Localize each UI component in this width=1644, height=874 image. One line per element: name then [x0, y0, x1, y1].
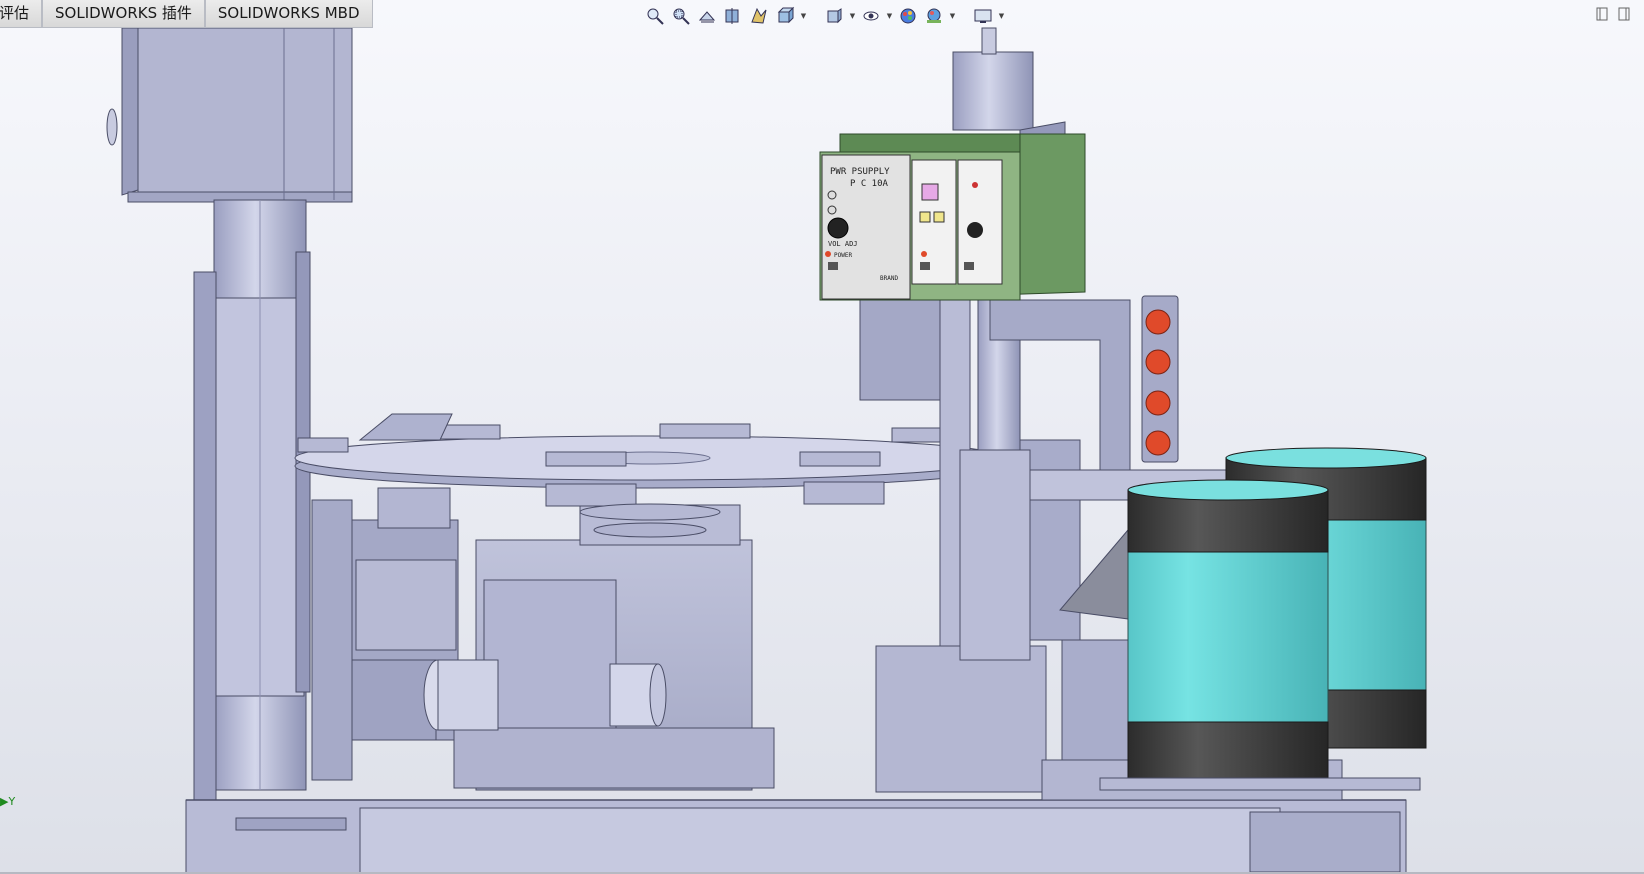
collapse-right-icon[interactable]: [1618, 6, 1630, 21]
hide-show-items-icon[interactable]: [860, 5, 882, 27]
tab-evaluate[interactable]: 评估: [0, 0, 43, 28]
display-style-dropdown[interactable]: ▼: [849, 5, 856, 27]
apply-scene-dropdown[interactable]: ▼: [949, 5, 956, 27]
controller-label-2: P C 10A: [850, 179, 889, 189]
graphics-area[interactable]: PWR PSUPPLY P C 10A VOL ADJ POWER BRAND: [0, 0, 1644, 874]
view-settings-dropdown[interactable]: ▼: [998, 5, 1005, 27]
controller-dial-label: VOL ADJ: [828, 240, 858, 248]
solidworks-window: PWR PSUPPLY P C 10A VOL ADJ POWER BRAND: [0, 0, 1644, 874]
zoom-to-fit-icon[interactable]: [644, 5, 666, 27]
indicator-lamp-bar[interactable]: [1141, 295, 1179, 463]
controller-label-1: PWR PSUPPLY: [830, 167, 890, 177]
main-column[interactable]: [193, 199, 311, 803]
command-manager-tabs: 评估 SOLIDWORKS 插件 SOLIDWORKS MBD: [0, 0, 373, 29]
zoom-to-area-icon[interactable]: [670, 5, 692, 27]
controller-power-label: POWER: [834, 252, 852, 259]
reference-triad: ▶Y: [0, 795, 18, 809]
rotary-index-table[interactable]: [294, 413, 1006, 538]
section-view-icon[interactable]: [722, 5, 744, 27]
view-settings-icon[interactable]: [972, 5, 994, 27]
edit-appearance-icon[interactable]: [897, 5, 919, 27]
electrical-enclosure[interactable]: [106, 27, 353, 203]
view-orientation-dropdown[interactable]: ▼: [800, 5, 807, 27]
collapse-left-icon[interactable]: [1596, 6, 1608, 21]
panel-controls: [1596, 6, 1630, 21]
controller-brand: BRAND: [880, 275, 898, 282]
tab-solidworks-addins[interactable]: SOLIDWORKS 插件: [42, 0, 205, 28]
heads-up-view-toolbar: ▼ ▼ ▼ ▼ ▼: [644, 3, 1005, 29]
display-style-icon[interactable]: [823, 5, 845, 27]
tab-solidworks-mbd[interactable]: SOLIDWORKS MBD: [204, 0, 373, 28]
base-frame[interactable]: [185, 799, 1407, 874]
triad-y-label: Y: [8, 795, 16, 808]
hide-show-dropdown[interactable]: ▼: [886, 5, 893, 27]
previous-view-icon[interactable]: [696, 5, 718, 27]
controller-unit[interactable]: PWR PSUPPLY P C 10A VOL ADJ POWER BRAND: [819, 133, 1086, 301]
apply-scene-icon[interactable]: [923, 5, 945, 27]
dynamic-annotation-views-icon[interactable]: [748, 5, 770, 27]
view-orientation-icon[interactable]: [774, 5, 796, 27]
rotary-drive-housing[interactable]: [311, 499, 775, 791]
